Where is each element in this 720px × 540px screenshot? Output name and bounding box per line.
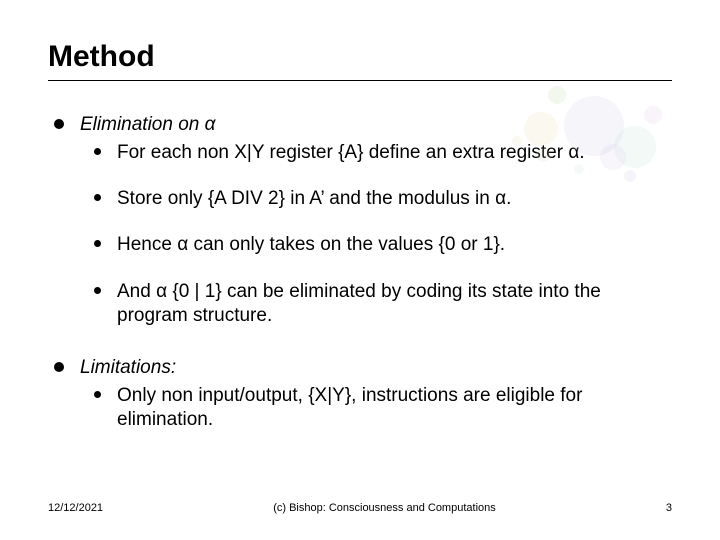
list-item: Store only {A DIV 2} in A’ and the modul…	[94, 187, 672, 211]
heading-text: Elimination on	[80, 114, 205, 135]
bullet-icon	[54, 119, 64, 129]
slide-title: Method	[48, 40, 672, 74]
list-item: Only non input/output, {X|Y}, instructio…	[94, 384, 672, 433]
section-limitations: Limitations: Only non input/output, {X|Y…	[54, 356, 672, 432]
heading-text: Limitations:	[80, 357, 176, 378]
footer-center: (c) Bishop: Consciousness and Computatio…	[103, 502, 666, 514]
bullet-icon	[94, 148, 101, 155]
bullet-list: Elimination on α For each non X|Y regist…	[54, 113, 672, 433]
bullet-icon	[94, 287, 101, 294]
heading-var: α	[205, 114, 216, 135]
bullet-icon	[94, 194, 101, 201]
bullet-icon	[54, 362, 64, 372]
slide: Method Elimination on α For each non X|Y…	[0, 0, 720, 540]
bullet-icon	[94, 391, 101, 398]
section-elimination: Elimination on α For each non X|Y regist…	[54, 113, 672, 328]
title-rule	[48, 80, 672, 81]
bullet-icon	[94, 240, 101, 247]
footer-date: 12/12/2021	[48, 502, 103, 514]
item-text: Only non input/output, {X|Y}, instructio…	[117, 384, 672, 433]
footer: 12/12/2021 (c) Bishop: Consciousness and…	[48, 502, 672, 514]
item-text: For each non X|Y register {A} define an …	[117, 141, 672, 165]
list-item: And α {0 | 1} can be eliminated by codin…	[94, 280, 672, 329]
item-text: Hence α can only takes on the values {0 …	[117, 233, 672, 257]
list-item: Hence α can only takes on the values {0 …	[94, 233, 672, 257]
section-heading: Limitations:	[80, 357, 176, 378]
item-text: Store only {A DIV 2} in A’ and the modul…	[117, 187, 672, 211]
item-text: And α {0 | 1} can be eliminated by codin…	[117, 280, 672, 329]
list-item: For each non X|Y register {A} define an …	[94, 141, 672, 165]
section-heading: Elimination on α	[80, 114, 215, 135]
footer-page-number: 3	[666, 502, 672, 514]
